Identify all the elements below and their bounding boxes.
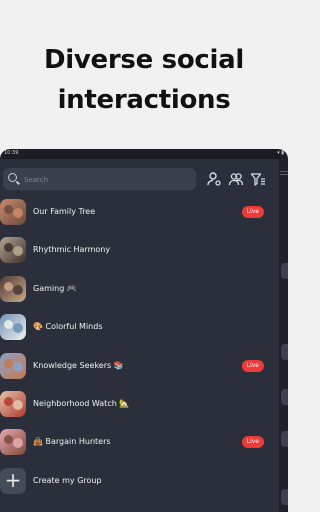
search-icon [8,173,17,182]
group-row[interactable]: 🎨 Colorful Minds [0,309,279,347]
group-avatar [0,199,26,225]
headline-line-1: Diverse social [44,45,244,75]
status-icons: ▾ ▮ [277,150,284,156]
plus-icon: + [0,467,26,494]
group-avatar [0,352,26,379]
group-row[interactable]: Gaming 🎮 [0,271,279,309]
live-badge: Live [241,206,264,218]
search-row [0,168,279,190]
status-time: 10:39 [4,150,19,156]
group-list-panel: Our Family Tree Live Rhythmic Harmony Gamin… [0,159,279,512]
group-row[interactable]: Knowledge Seekers 📚 Live [0,348,279,386]
filter-list-icon[interactable] [250,171,266,187]
group-avatar [0,314,26,341]
headline: Diverse social interactions [0,40,288,120]
group-name: Knowledge Seekers 📚 [33,360,124,370]
live-badge: Live [241,436,264,449]
group-avatar [0,429,26,456]
people-group-icon[interactable] [228,171,244,187]
create-group-label: Create my Group [33,475,102,485]
group-name: 🎨 Colorful Minds [33,322,103,332]
create-group-row[interactable]: + Create my Group [0,463,279,501]
group-name: Rhythmic Harmony [33,245,111,255]
search-input[interactable] [22,172,191,188]
group-name: Gaming 🎮 [33,283,77,293]
person-settings-icon[interactable] [206,171,222,187]
group-name: 👜 Bargain Hunters [33,437,111,447]
group-avatar [0,275,26,302]
device-screen: 10:39 ▾ ▮ Our Family Tree Live Rhythmic Ha… [0,149,288,512]
group-avatar [0,390,26,417]
group-row[interactable]: 👜 Bargain Hunters Live [0,424,279,462]
status-bar: 10:39 ▾ ▮ [0,149,288,159]
group-avatar [0,237,26,264]
live-badge: Live [241,359,264,372]
group-row[interactable]: Rhythmic Harmony [0,232,279,270]
group-name: Our Family Tree [33,207,96,216]
group-list: Our Family Tree Live Rhythmic Harmony Gamin… [0,194,279,501]
search-bar[interactable] [3,168,196,190]
group-name: Neighborhood Watch 🏡 [33,398,130,408]
group-row[interactable]: Our Family Tree Live [0,194,279,232]
headline-line-2: interactions [57,85,231,115]
side-panel-edge [279,159,288,512]
group-row[interactable]: Neighborhood Watch 🏡 [0,386,279,424]
